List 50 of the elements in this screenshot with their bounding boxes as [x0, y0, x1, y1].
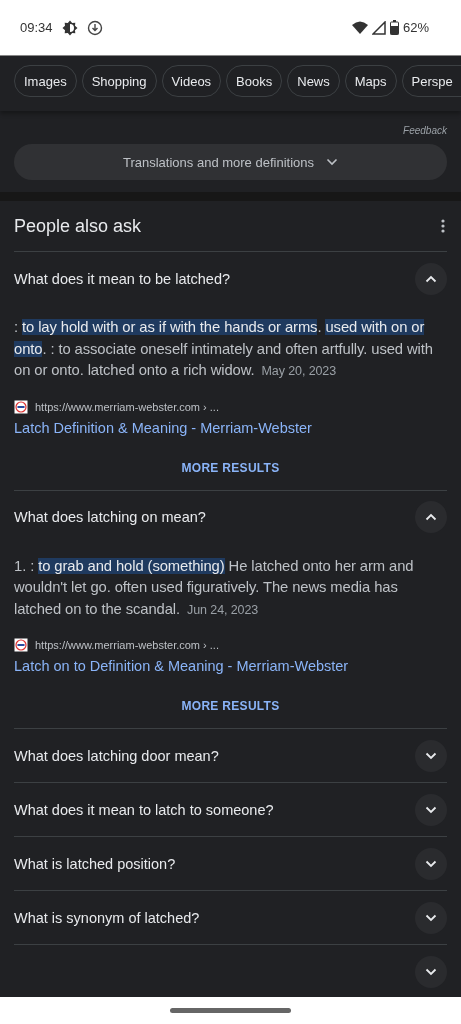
- expand-toggle[interactable]: [415, 262, 447, 295]
- battery-icon: [389, 20, 399, 35]
- question-text[interactable]: What does latching door mean?: [14, 747, 219, 764]
- expand-toggle[interactable]: [415, 793, 447, 826]
- site-logo-icon: [14, 638, 28, 652]
- more-options-icon: [441, 219, 445, 233]
- site-logo-icon: [14, 399, 28, 414]
- chevron-down-icon: [425, 751, 437, 760]
- answer-text: : to lay hold with or as if with the hands or arms. used with on or onto. : to associate oneself intimately and often artfully. used with on or onto. latched onto a rich widow. May 20, 2023: [14, 318, 434, 380]
- chevron-down-icon: [425, 967, 437, 976]
- signal-icon: [371, 20, 386, 35]
- question-text[interactable]: What is synonym of latched?: [14, 909, 200, 926]
- filter-chip[interactable]: Shopping: [81, 65, 157, 97]
- more-results-link[interactable]: MORE RESULTS: [181, 460, 280, 475]
- expand-toggle[interactable]: [415, 739, 447, 772]
- filter-chip[interactable]: Images: [14, 65, 77, 97]
- result-link[interactable]: Latch on to Definition & Meaning - Merriam-Webster: [14, 658, 447, 674]
- expand-toggle[interactable]: [415, 901, 447, 934]
- brightness-icon: [61, 19, 78, 36]
- chevron-down-icon: [326, 158, 338, 166]
- source-url: https://www.merriam-webster.com › ...: [35, 639, 219, 651]
- wifi-icon: [351, 20, 368, 35]
- question-text[interactable]: What does it mean to be latched?: [14, 270, 231, 287]
- chevron-down-icon: [425, 859, 437, 868]
- chevron-up-icon: [425, 513, 437, 521]
- section-title: People also ask: [14, 215, 142, 237]
- home-handle[interactable]: [170, 1008, 291, 1013]
- expand-toggle[interactable]: [415, 955, 447, 988]
- battery-percentage: 62%: [402, 20, 429, 35]
- question-text[interactable]: What does it mean to latch to someone?: [14, 801, 274, 818]
- filter-chip[interactable]: Videos: [161, 65, 222, 97]
- filter-chip[interactable]: Maps: [344, 65, 397, 97]
- filter-chip[interactable]: Perspe: [401, 65, 461, 97]
- chevron-down-icon: [425, 913, 437, 922]
- chevron-down-icon: [425, 805, 437, 814]
- feedback-link[interactable]: Feedback: [403, 125, 447, 136]
- chevron-up-icon: [425, 274, 437, 283]
- translations-button[interactable]: Translations and more definitions: [14, 144, 447, 180]
- filter-chip[interactable]: News: [287, 65, 340, 97]
- expand-toggle[interactable]: [415, 847, 447, 880]
- more-results-link[interactable]: MORE RESULTS: [181, 699, 280, 713]
- filter-chip[interactable]: Books: [226, 65, 283, 97]
- question-text[interactable]: What does latching on mean?: [14, 509, 206, 525]
- expand-toggle[interactable]: [415, 501, 447, 533]
- clock-time: 09:34: [20, 20, 53, 35]
- question-text[interactable]: What is latched position?: [14, 855, 176, 872]
- download-icon: [86, 19, 103, 36]
- answer-text: 1. : to grab and hold (something) He latched onto her arm and wouldn't let go. often used figuratively. The news media has latched on to the scandal. Jun 24, 2023: [14, 556, 415, 619]
- source-url: https://www.merriam-webster.com › ...: [35, 400, 219, 413]
- result-link[interactable]: Latch Definition & Meaning - Merriam-Webster: [14, 419, 447, 436]
